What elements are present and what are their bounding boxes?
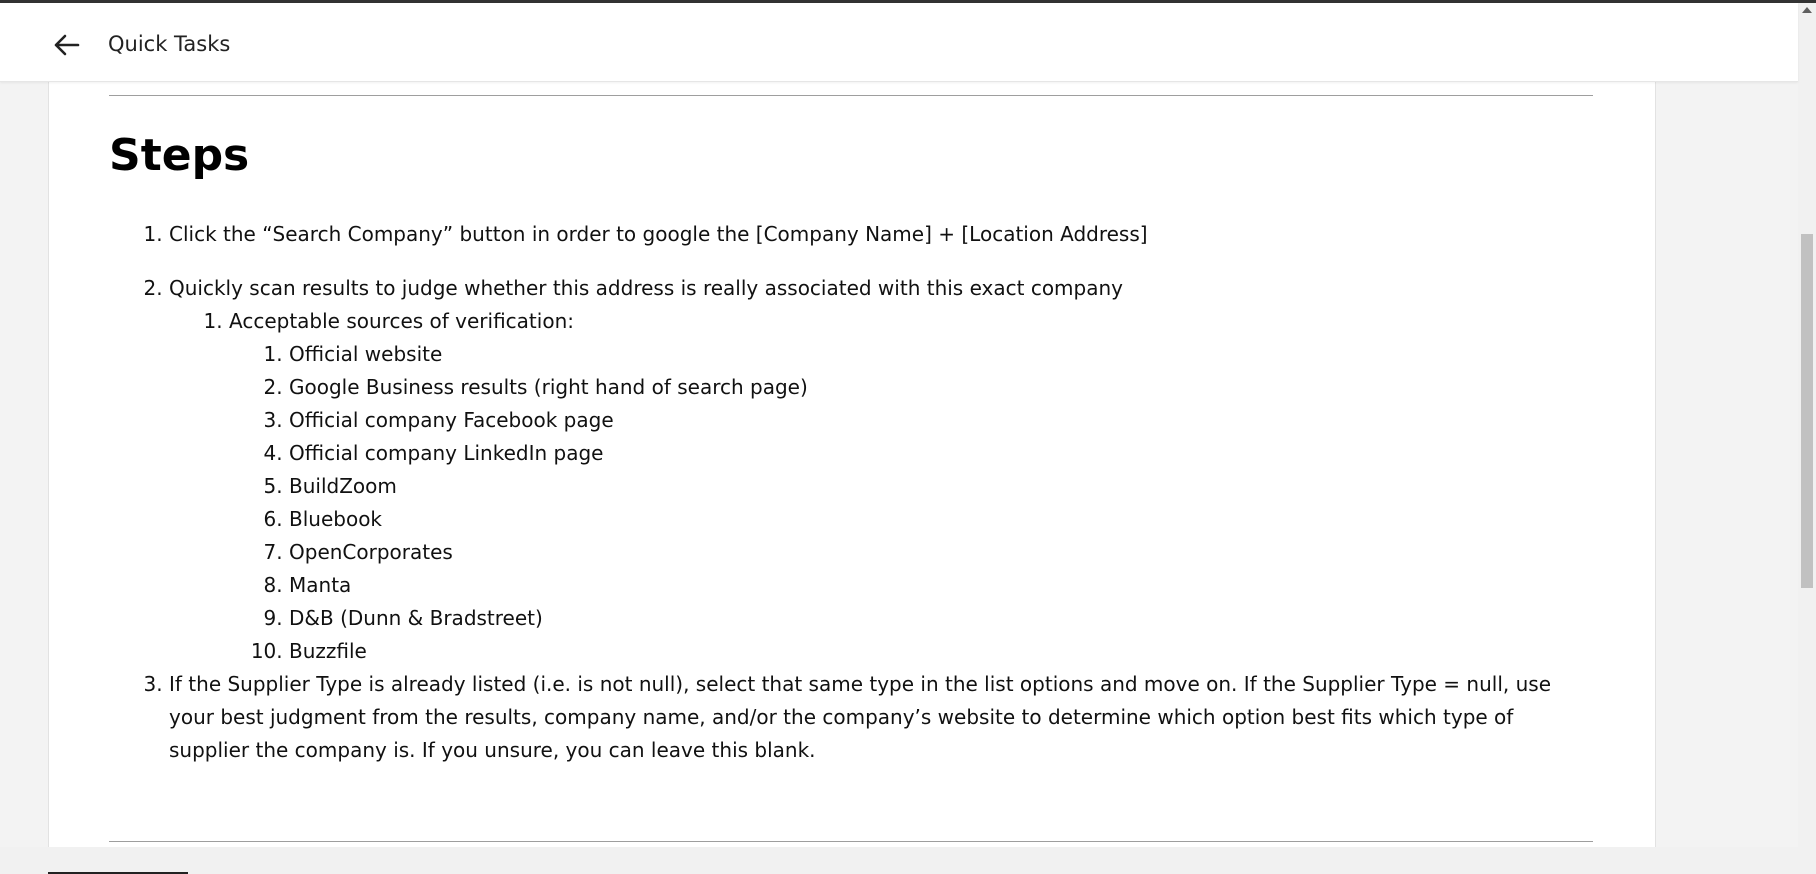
steps-heading: Steps [109, 130, 250, 181]
verification-list: Acceptable sources of verification: Offi… [169, 305, 1599, 668]
scroll-up-arrow-icon[interactable] [1802, 7, 1812, 13]
source-item: Google Business results (right hand of s… [289, 371, 1599, 404]
steps-list: Click the “Search Company” button in ord… [169, 218, 1599, 767]
source-item: Manta [289, 569, 1599, 602]
source-item: D&B (Dunn & Bradstreet) [289, 602, 1599, 635]
step-text: Click the “Search Company” button in ord… [169, 222, 1148, 246]
step-item: Click the “Search Company” button in ord… [169, 218, 1599, 251]
sources-list: Official website Google Business results… [229, 338, 1599, 668]
step-text: Quickly scan results to judge whether th… [169, 276, 1123, 300]
verification-heading: Acceptable sources of verification: [229, 309, 574, 333]
step-item: If the Supplier Type is already listed (… [169, 668, 1599, 767]
scrollbar-thumb[interactable] [1801, 234, 1813, 588]
divider-bottom [109, 841, 1593, 842]
source-item: BuildZoom [289, 470, 1599, 503]
app-title: Quick Tasks [108, 32, 231, 56]
source-item: OpenCorporates [289, 536, 1599, 569]
source-item: Bluebook [289, 503, 1599, 536]
source-item: Official company LinkedIn page [289, 437, 1599, 470]
back-button[interactable] [46, 25, 86, 65]
source-item: Official company Facebook page [289, 404, 1599, 437]
app-bar: Quick Tasks [0, 3, 1798, 82]
source-item: Official website [289, 338, 1599, 371]
content-card: Steps Click the “Search Company” button … [48, 82, 1656, 847]
verification-item: Acceptable sources of verification: Offi… [229, 305, 1599, 668]
page-footer-area [0, 847, 1798, 874]
vertical-scrollbar[interactable] [1798, 3, 1816, 874]
source-item: Buzzfile [289, 635, 1599, 668]
step-item: Quickly scan results to judge whether th… [169, 272, 1599, 668]
arrow-left-icon [54, 34, 80, 56]
step-text: If the Supplier Type is already listed (… [169, 672, 1551, 762]
divider-top [109, 95, 1593, 96]
